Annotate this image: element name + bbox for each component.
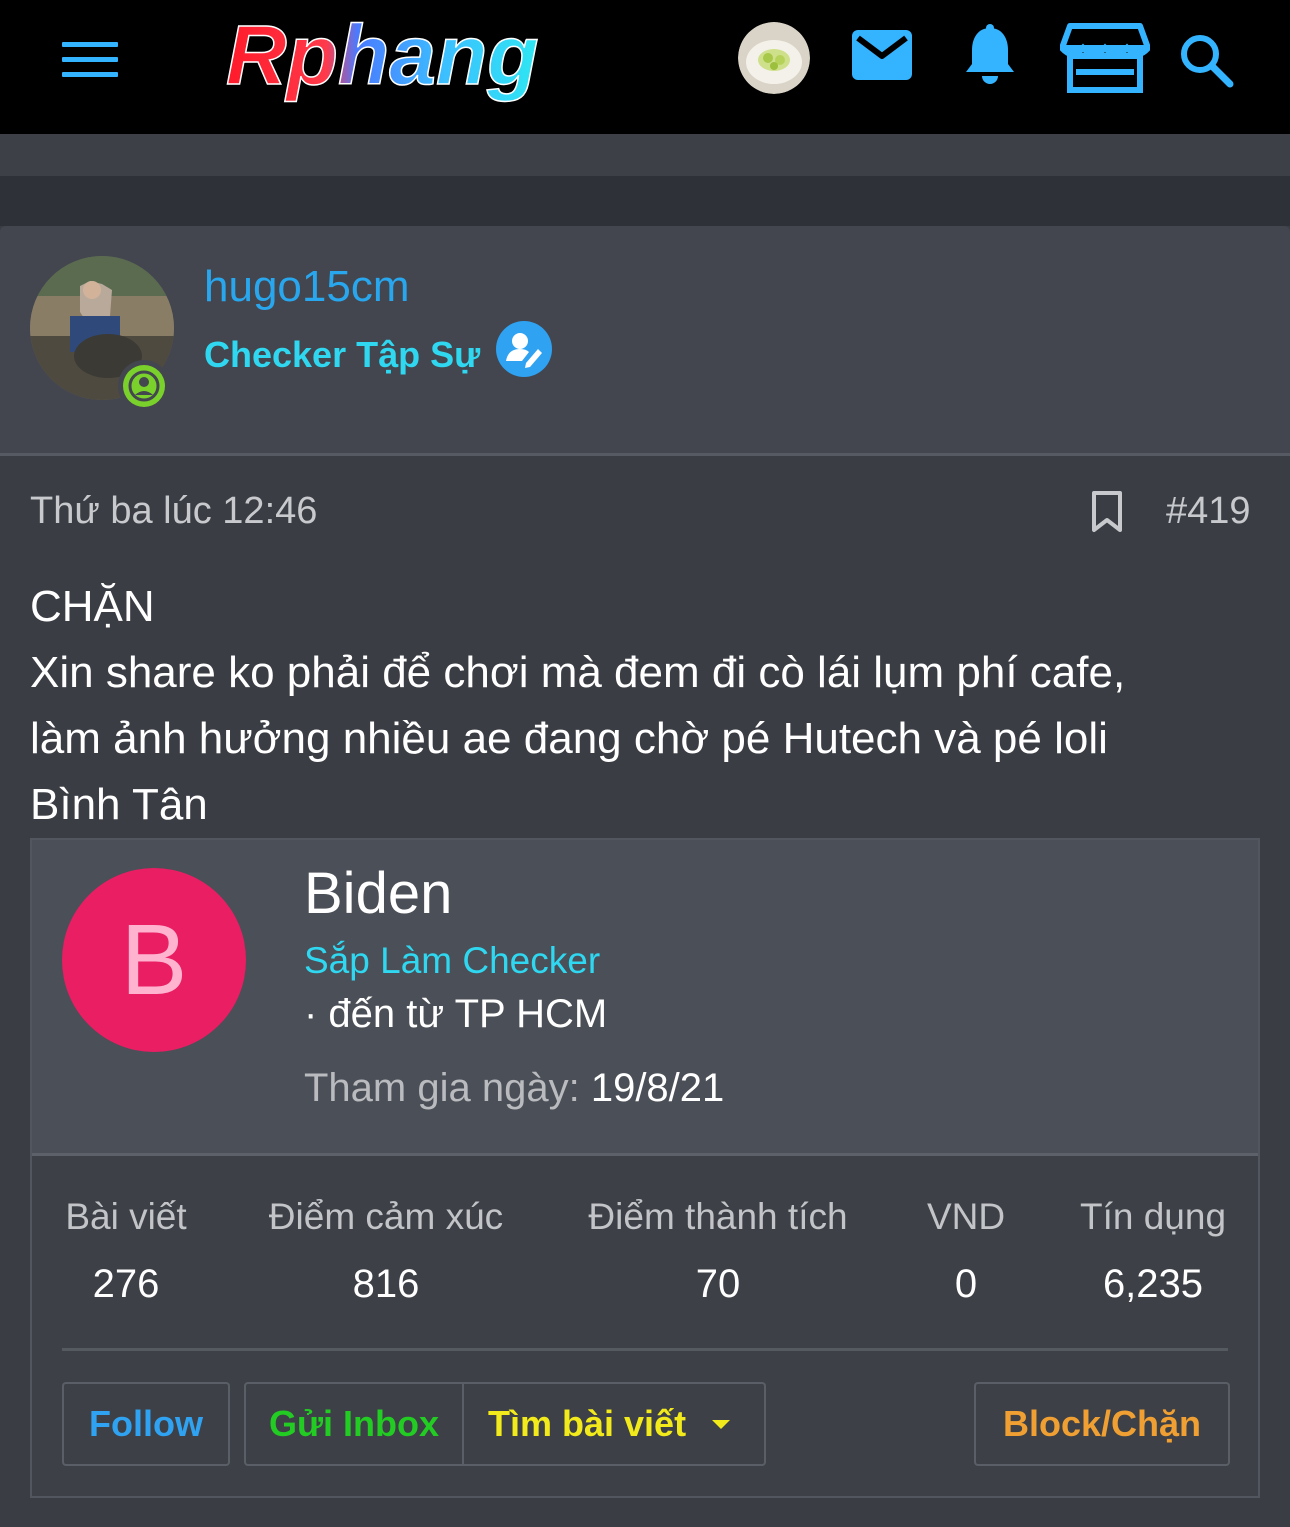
stat-reactions: Điểm cảm xúc 816 xyxy=(258,1196,514,1307)
post-title-line: CHẶN xyxy=(30,582,155,631)
post-text-line: Xin share ko phải để chơi mà đem đi cò l… xyxy=(30,648,1126,697)
stat-value: 70 xyxy=(695,1262,741,1306)
stat-achievements: Điểm thành tích 70 xyxy=(578,1196,858,1307)
online-status-icon xyxy=(118,360,170,412)
stat-value: 816 xyxy=(352,1262,420,1306)
post-text-line: làm ảnh hưởng nhiều ae đang chờ pé Hutec… xyxy=(30,714,1108,763)
site-logo[interactable]: Rphang xyxy=(222,12,612,112)
divider xyxy=(62,1348,1228,1351)
chevron-down-icon xyxy=(712,1420,730,1429)
post-number[interactable]: #419 xyxy=(1166,490,1251,533)
post-text-line: Bình Tân xyxy=(30,780,208,829)
member-joined: Tham gia ngày: 19/8/21 xyxy=(304,1066,724,1111)
stat-vnd: VND 0 xyxy=(916,1196,1016,1307)
stat-credit: Tín dụng 6,235 xyxy=(1072,1196,1234,1307)
stat-label: Tín dụng xyxy=(1079,1196,1227,1237)
user-avatar[interactable] xyxy=(738,22,810,94)
stat-posts: Bài viết 276 xyxy=(62,1196,190,1307)
member-tooltip-card: B Biden Sắp Làm Checker · đến từ TP HCM … xyxy=(30,838,1260,1498)
stat-value: 6,235 xyxy=(1102,1262,1204,1306)
author-rank: Checker Tập Sự xyxy=(204,334,481,375)
store-icon[interactable] xyxy=(1060,22,1150,94)
verified-user-edit-icon xyxy=(496,321,552,377)
post-timestamp[interactable]: Thứ ba lúc 12:46 xyxy=(30,490,317,533)
member-location: · đến từ TP HCM xyxy=(304,992,608,1036)
search-icon[interactable] xyxy=(1178,32,1234,88)
mail-icon[interactable] xyxy=(852,30,912,80)
top-navigation-bar: Rphang xyxy=(0,0,1290,134)
stat-value: 0 xyxy=(954,1262,978,1306)
stat-value: 276 xyxy=(92,1262,160,1306)
joined-label: Tham gia ngày: xyxy=(304,1066,580,1110)
stat-label: Bài viết xyxy=(65,1196,187,1237)
find-posts-button[interactable]: Tìm bài viết xyxy=(462,1382,766,1466)
stat-label: Điểm cảm xúc xyxy=(268,1196,504,1237)
stat-label: VND xyxy=(926,1196,1006,1237)
member-card-header: B Biden Sắp Làm Checker · đến từ TP HCM … xyxy=(32,840,1258,1156)
sub-navigation-bar xyxy=(0,134,1290,178)
bookmark-icon[interactable] xyxy=(1090,490,1124,534)
author-username[interactable]: hugo15cm xyxy=(204,262,409,312)
hamburger-menu-icon[interactable] xyxy=(62,40,118,80)
svg-text:Rphang: Rphang xyxy=(226,12,539,102)
bell-icon[interactable] xyxy=(962,24,1018,88)
follow-button[interactable]: Follow xyxy=(62,1382,230,1466)
block-button[interactable]: Block/Chặn xyxy=(974,1382,1230,1466)
joined-date: 19/8/21 xyxy=(590,1066,725,1110)
send-inbox-button[interactable]: Gửi Inbox xyxy=(244,1382,464,1466)
post-body: CHẶN Xin share ko phải để chơi mà đem đi… xyxy=(30,574,1260,838)
section-spacer xyxy=(0,178,1290,226)
find-posts-label: Tìm bài viết xyxy=(488,1403,687,1444)
member-rank: Sắp Làm Checker xyxy=(304,940,601,981)
member-avatar[interactable]: B xyxy=(62,868,246,1052)
member-name[interactable]: Biden xyxy=(304,860,452,927)
stat-label: Điểm thành tích xyxy=(588,1196,848,1237)
post-author-header: hugo15cm Checker Tập Sự xyxy=(0,226,1290,456)
